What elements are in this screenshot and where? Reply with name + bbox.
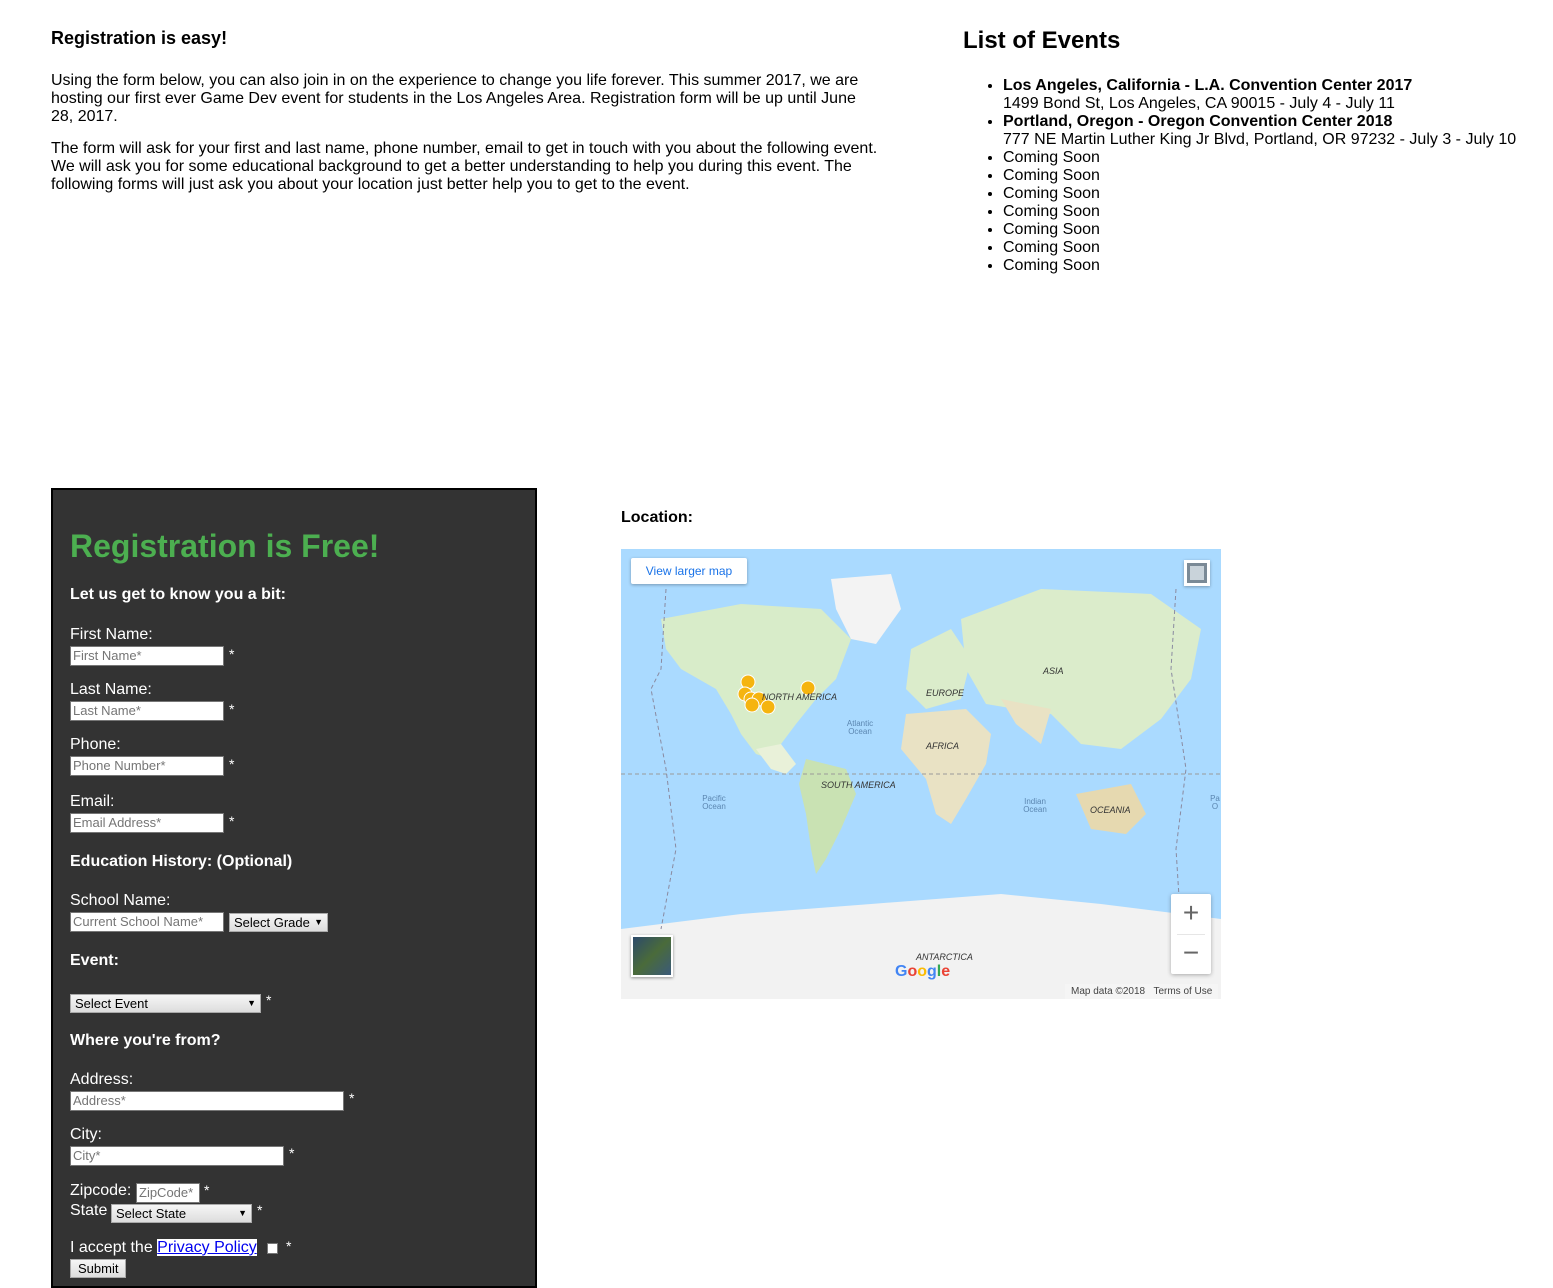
submit-button[interactable]: Submit (70, 1259, 127, 1278)
events-title: List of Events (963, 27, 1121, 54)
events-list: Los Angeles, California - L.A. Conventio… (963, 77, 1543, 275)
event-item-coming-soon: Coming Soon (1003, 185, 1543, 203)
label-oceania: OCEANIA (1090, 805, 1131, 815)
events-section: List of Events Los Angeles, California -… (963, 26, 1543, 275)
event-name: Portland, Oregon - Oregon Convention Cen… (1003, 113, 1393, 130)
city-input[interactable]: City* (70, 1146, 284, 1166)
section-about: Let us get to know you a bit: (70, 586, 286, 603)
first-name-input[interactable]: First Name* (70, 646, 224, 666)
map-attribution: Map data ©2018 Terms of Use (1065, 984, 1219, 999)
intro-paragraph-1: Using the form below, you can also join … (51, 72, 859, 125)
city-label: City: (70, 1126, 102, 1143)
required-mark: * (266, 992, 272, 1008)
school-input[interactable]: Current School Name* (70, 912, 224, 932)
map-canvas (621, 574, 1221, 999)
zip-label: Zipcode: (70, 1182, 132, 1199)
required-mark: * (349, 1090, 355, 1106)
intro-paragraph-2: The form will ask for your first and las… (51, 140, 878, 193)
event-detail: 777 NE Martin Luther King Jr Blvd, Portl… (1003, 131, 1517, 148)
label-indian-ocean: Indian Ocean (1023, 797, 1047, 814)
last-name-input[interactable]: Last Name* (70, 701, 224, 721)
address-label: Address: (70, 1071, 134, 1088)
location-map[interactable]: NORTH AMERICA SOUTH AMERICA EUROPE ASIA … (621, 549, 1221, 999)
required-mark: * (204, 1182, 210, 1198)
label-south-america: SOUTH AMERICA (821, 780, 896, 790)
privacy-policy-link[interactable]: Privacy Policy (157, 1239, 257, 1256)
required-mark: * (229, 756, 235, 772)
label-pacific-ocean: Pacific Ocean (702, 794, 726, 811)
event-item-coming-soon: Coming Soon (1003, 257, 1543, 275)
section-from: Where you're from? (70, 1032, 221, 1049)
state-select-value: Select State (116, 1206, 187, 1221)
label-atlantic-ocean: Atlantic Ocean (846, 719, 874, 736)
state-select[interactable]: Select State ▼ (111, 1204, 252, 1223)
satellite-toggle-button[interactable] (631, 935, 673, 977)
intro-heading: Registration is easy! (51, 28, 228, 48)
event-name: Los Angeles, California - L.A. Conventio… (1003, 77, 1413, 94)
event-item-coming-soon: Coming Soon (1003, 221, 1543, 239)
event-item-coming-soon: Coming Soon (1003, 149, 1543, 167)
privacy-checkbox[interactable] (267, 1243, 278, 1254)
state-label: State (70, 1202, 108, 1219)
email-input[interactable]: Email Address* (70, 813, 224, 833)
last-name-label: Last Name: (70, 681, 152, 698)
fullscreen-button[interactable] (1184, 560, 1210, 586)
map-data-text: Map data ©2018 (1071, 986, 1146, 997)
first-name-label: First Name: (70, 626, 153, 643)
registration-form: Registration is Free! Let us get to know… (51, 488, 537, 1288)
terms-of-use-link[interactable]: Terms of Use (1153, 986, 1212, 997)
required-mark: * (286, 1238, 292, 1254)
label-africa: AFRICA (926, 741, 960, 751)
grade-select[interactable]: Select Grade ▼ (229, 913, 328, 932)
dropdown-arrow-icon: ▼ (238, 1208, 247, 1218)
required-mark: * (257, 1202, 263, 1218)
event-detail: 1499 Bond St, Los Angeles, CA 90015 - Ju… (1003, 95, 1395, 112)
phone-input[interactable]: Phone Number* (70, 756, 224, 776)
label-antarctica: ANTARCTICA (916, 952, 973, 962)
street-view-icon (1187, 563, 1207, 583)
privacy-prefix: I accept the (70, 1239, 153, 1256)
event-item-coming-soon: Coming Soon (1003, 167, 1543, 185)
phone-label: Phone: (70, 736, 121, 753)
zoom-in-button[interactable]: + (1171, 894, 1211, 934)
label-north-america: NORTH AMERICA (762, 692, 838, 702)
section-event: Event: (70, 952, 119, 969)
required-mark: * (289, 1145, 295, 1161)
event-item-coming-soon: Coming Soon (1003, 203, 1543, 221)
zip-input[interactable]: ZipCode* (136, 1183, 200, 1203)
google-logo: Google (895, 963, 951, 980)
required-mark: * (229, 646, 235, 662)
event-item: Los Angeles, California - L.A. Conventio… (1003, 77, 1543, 113)
label-asia: ASIA (1043, 666, 1064, 676)
dropdown-arrow-icon: ▼ (314, 917, 323, 927)
event-select[interactable]: Select Event ▼ (70, 994, 261, 1013)
event-item-coming-soon: Coming Soon (1003, 239, 1543, 257)
section-education: Education History: (Optional) (70, 853, 293, 870)
label-pacific-ocean-edge: Pa O (1210, 795, 1220, 811)
dropdown-arrow-icon: ▼ (247, 998, 256, 1008)
event-item: Portland, Oregon - Oregon Convention Cen… (1003, 113, 1543, 149)
event-select-value: Select Event (75, 996, 148, 1011)
privacy-row: I accept the Privacy Policy (70, 1239, 257, 1257)
location-title: Location: (621, 509, 693, 526)
view-larger-map-link[interactable]: View larger map (631, 558, 747, 584)
grade-select-value: Select Grade (234, 915, 310, 930)
required-mark: * (229, 813, 235, 829)
zoom-out-button[interactable]: − (1171, 934, 1211, 974)
zoom-divider (1177, 934, 1205, 935)
zoom-controls: + − (1171, 894, 1211, 974)
school-label: School Name: (70, 892, 171, 909)
address-input[interactable]: Address* (70, 1091, 344, 1111)
email-label: Email: (70, 793, 115, 810)
form-title: Registration is Free! (70, 528, 380, 564)
label-europe: EUROPE (926, 688, 965, 698)
required-mark: * (229, 701, 235, 717)
intro-section: Registration is easy! Using the form bel… (51, 26, 881, 208)
